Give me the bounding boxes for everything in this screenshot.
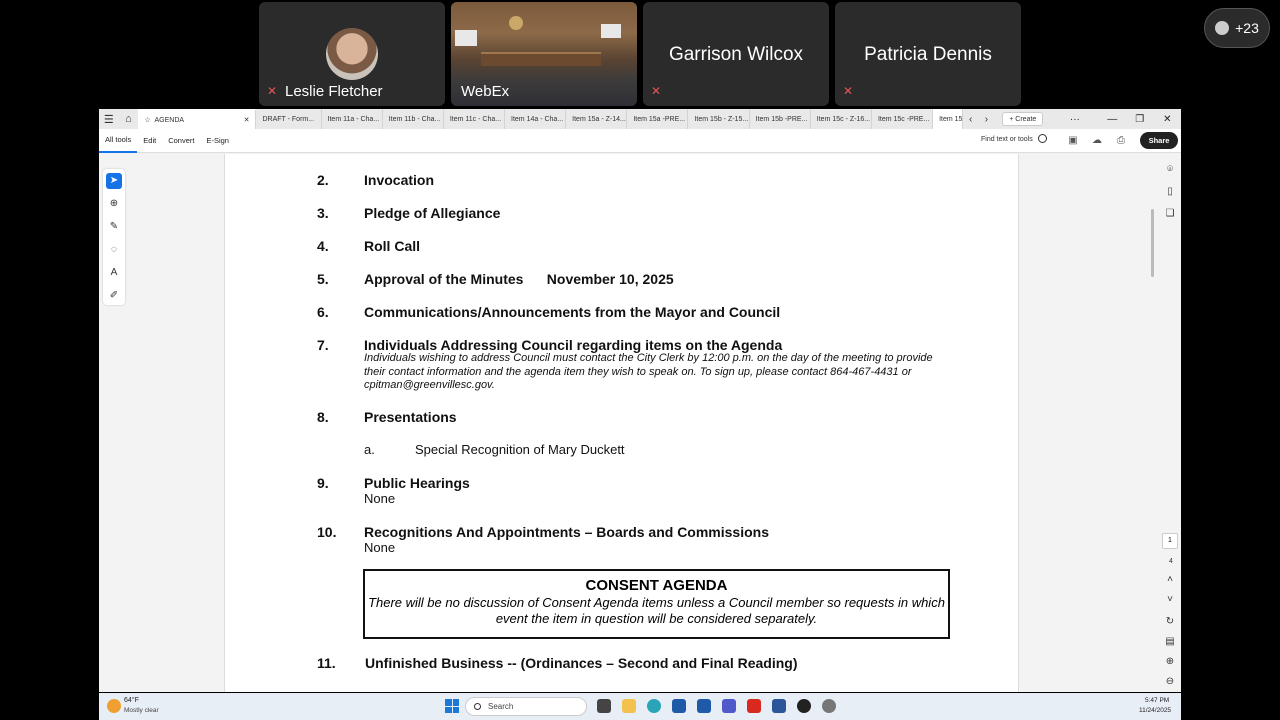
page-up-icon[interactable]: ˄ [1164,574,1176,586]
teams-icon[interactable] [722,699,736,713]
tab-document[interactable]: Item 14a - Cha... [505,109,567,129]
participant-name: WebEx [461,83,510,100]
tab-scroll-left-icon[interactable]: ‹ [963,109,979,129]
restore-icon[interactable]: ❐ [1126,109,1154,129]
zoom-in-icon[interactable]: ⊕ [1164,656,1176,668]
close-window-icon[interactable]: ✕ [1154,109,1181,129]
zoom-icon[interactable]: ⊕ [106,196,122,212]
menu-edit[interactable]: Edit [137,129,162,153]
acrobat-icon[interactable] [747,699,761,713]
consent-body: There will be no discussion of Consent A… [368,595,945,626]
tab-bar: ☰ ⌂ ☆ AGENDA ✕ DRAFT - Form... Item 11a … [99,109,1181,129]
app-icon[interactable] [672,699,686,713]
star-icon[interactable]: ☆ [144,117,150,124]
page-total: 4 [1169,558,1173,565]
settings-icon[interactable] [822,699,836,713]
consent-agenda-box: CONSENT AGENDA There will be no discussi… [363,569,950,639]
rotate-icon[interactable]: ↻ [1164,616,1176,628]
weather-icon[interactable] [107,699,121,713]
item7-note: Individuals wishing to address Council m… [364,352,933,391]
participant-tile-leslie[interactable]: ✕ Leslie Fletcher [259,2,445,106]
word-icon[interactable] [772,699,786,713]
participant-name: Patricia Dennis [864,44,992,65]
menu-all-tools[interactable]: All tools [99,129,138,153]
main-toolbar: All tools Edit Convert E-Sign Find text … [99,129,1181,153]
task-view-icon[interactable] [597,699,611,713]
search-icon [474,703,481,710]
tab-document[interactable]: Item 15c - Z-16... [811,109,872,129]
more-participants-button[interactable]: +23 [1204,8,1270,48]
close-tab-icon[interactable]: ✕ [244,116,250,124]
stamp-icon[interactable]: ✐ [106,288,122,304]
menu-icon[interactable]: ☰ [99,109,119,129]
tab-document[interactable]: DRAFT - Form... [256,109,322,129]
select-cursor-icon[interactable]: ➤ [106,173,122,189]
page-down-icon[interactable]: ˅ [1164,594,1176,606]
app-icon[interactable] [697,699,711,713]
tab-scroll-right-icon[interactable]: › [979,109,995,129]
media-player-icon[interactable] [797,699,811,713]
search-icon[interactable] [1038,134,1047,143]
file-explorer-icon[interactable] [622,699,636,713]
comment-icon[interactable]: ▯ [1164,186,1176,198]
tab-document[interactable]: Item 15c -PRE... [872,109,934,129]
muted-mic-icon: ✕ [843,84,854,98]
right-tool-rail: ⌾ ▯ ❏ ˄ ˅ ↻ ▤ ⊕ ⊖ [1159,154,1181,692]
taskbar: 64°F Mostly clear Search 5:47 PM 11/24/2… [99,693,1181,720]
taskbar-search-input[interactable]: Search [465,697,587,716]
participant-tile-patricia[interactable]: Patricia Dennis ✕ [835,2,1021,106]
home-icon[interactable]: ⌂ [119,109,139,129]
menu-convert[interactable]: Convert [162,129,200,153]
participant-name: Leslie Fletcher [285,83,383,100]
muted-mic-icon: ✕ [267,84,278,98]
tab-document[interactable]: Item 15a -PRE... [627,109,689,129]
tab-document[interactable]: Item 11b - Cha... [383,109,444,129]
pen-icon[interactable]: ✎ [106,219,122,235]
find-text-input[interactable]: Find text or tools [981,136,1033,143]
tab-document[interactable]: Item 15a - Z-14... [566,109,628,129]
avatar [326,28,378,80]
windows-start-icon[interactable] [445,699,459,713]
person-icon [1215,21,1230,35]
edge-icon[interactable] [647,699,661,713]
more-options-icon[interactable]: ··· [1051,109,1098,129]
ai-assistant-icon[interactable]: ⌾ [1164,164,1176,176]
tab-agenda[interactable]: ☆ AGENDA ✕ [138,109,257,129]
tab-document[interactable]: Item 15b - Z-15... [688,109,750,129]
tab-document[interactable]: Item 11a - Cha... [322,109,383,129]
tab-document[interactable]: Item 15b -PRE... [750,109,811,129]
muted-mic-icon: ✕ [651,84,662,98]
pages-icon[interactable]: ❏ [1164,208,1176,220]
lasso-icon[interactable]: ◌ [106,242,122,258]
cloud-upload-icon[interactable]: ☁ [1091,135,1103,147]
participant-name: Garrison Wilcox [668,44,804,65]
participant-tile-garrison[interactable]: Garrison Wilcox ✕ [643,2,829,106]
participant-strip: ✕ Leslie Fletcher WebEx Garrison Wilcox … [0,0,1280,108]
vertical-scrollbar[interactable] [1151,209,1154,277]
menu-esign[interactable]: E-Sign [200,129,235,153]
create-button[interactable]: + Create [1002,112,1044,126]
weather-temperature[interactable]: 64°F [124,697,139,704]
clock-time[interactable]: 5:47 PM [1145,697,1169,704]
consent-title: CONSENT AGENDA [585,577,728,594]
document-icon[interactable]: ▤ [1164,636,1176,648]
text-select-icon[interactable]: A [106,265,122,281]
weather-description[interactable]: Mostly clear [124,707,159,714]
zoom-out-icon[interactable]: ⊖ [1164,676,1176,688]
minimize-icon[interactable]: — [1098,109,1126,129]
save-icon[interactable]: ▣ [1067,135,1079,147]
clock-date[interactable]: 11/24/2025 [1139,707,1171,714]
page-number-input[interactable]: 1 [1162,533,1178,549]
acrobat-window: ☰ ⌂ ☆ AGENDA ✕ DRAFT - Form... Item 11a … [99,109,1181,692]
participant-tile-webex[interactable]: WebEx [451,2,637,106]
left-tool-palette: ➤ ⊕ ✎ ◌ A ✐ [103,169,125,305]
tab-document[interactable]: Item 15 [933,109,963,129]
more-participants-count: +23 [1235,20,1259,36]
tab-document[interactable]: Item 11c - Cha... [444,109,506,129]
print-icon[interactable]: ⎙ [1115,135,1127,147]
share-button[interactable]: Share [1140,132,1178,149]
